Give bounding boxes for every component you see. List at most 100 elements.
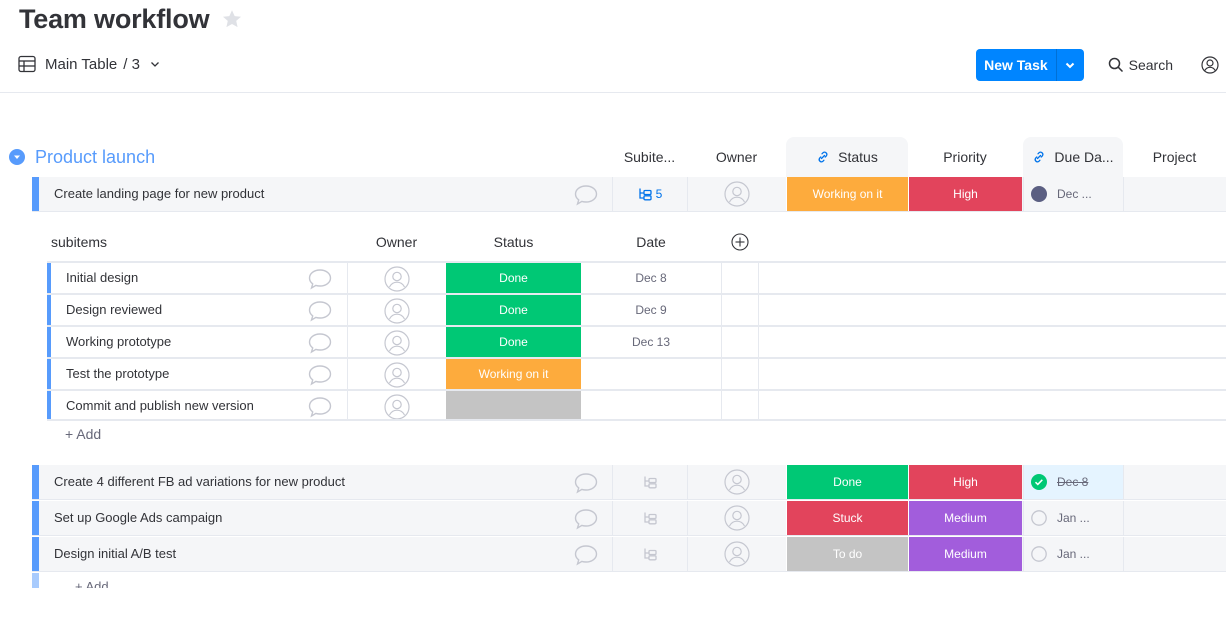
subitem-status-cell[interactable]: Done bbox=[446, 295, 581, 325]
person-circle-icon[interactable] bbox=[1201, 56, 1219, 74]
comment-icon[interactable] bbox=[307, 364, 333, 386]
add-subitem-button[interactable]: + Add bbox=[65, 426, 101, 442]
item-name[interactable]: Set up Google Ads campaign bbox=[54, 501, 222, 535]
link-icon bbox=[1034, 151, 1044, 163]
column-header-project[interactable]: Project bbox=[1123, 137, 1226, 177]
owner-cell[interactable] bbox=[687, 177, 786, 211]
subitem-date-cell[interactable] bbox=[581, 391, 721, 421]
priority-cell[interactable]: Medium bbox=[908, 537, 1022, 571]
column-header-subitems[interactable]: Subite... bbox=[612, 137, 687, 177]
person-avatar-icon[interactable] bbox=[384, 330, 410, 356]
status-cell[interactable]: Stuck bbox=[786, 501, 908, 535]
subitem-row[interactable]: Initial design Done Dec 8 bbox=[47, 261, 1226, 293]
new-task-button[interactable]: New Task bbox=[976, 49, 1056, 81]
column-header-due-date[interactable]: Due Da... bbox=[1023, 137, 1123, 177]
subitem-color-bar bbox=[47, 327, 51, 357]
subitem-name[interactable]: Commit and publish new version bbox=[66, 391, 254, 421]
project-cell[interactable] bbox=[1123, 537, 1226, 571]
cell-divider bbox=[721, 359, 722, 389]
priority-cell[interactable]: High bbox=[908, 465, 1022, 499]
subitem-row[interactable]: Commit and publish new version bbox=[47, 389, 1226, 421]
search-button[interactable]: Search bbox=[1108, 57, 1173, 73]
comment-icon[interactable] bbox=[307, 268, 333, 290]
subitem-date-cell[interactable]: Dec 13 bbox=[581, 327, 721, 357]
due-date-cell[interactable]: Jan ... bbox=[1023, 501, 1123, 535]
comment-icon[interactable] bbox=[573, 472, 599, 494]
subitem-status-cell[interactable]: Done bbox=[446, 327, 581, 357]
subitem-date-cell[interactable] bbox=[581, 359, 721, 389]
owner-cell[interactable] bbox=[687, 465, 786, 499]
view-selector[interactable]: Main Table / 3 bbox=[18, 52, 160, 76]
due-date-text: Jan ... bbox=[1057, 547, 1090, 561]
person-avatar-icon bbox=[724, 181, 750, 207]
subitems-cell[interactable]: 5 bbox=[612, 177, 687, 211]
comment-icon[interactable] bbox=[573, 184, 599, 206]
priority-cell[interactable]: High bbox=[908, 177, 1022, 211]
subitems-cell[interactable] bbox=[612, 465, 687, 499]
comment-icon[interactable] bbox=[307, 300, 333, 322]
item-name[interactable]: Create 4 different FB ad variations for … bbox=[54, 465, 345, 499]
subitem-date-cell[interactable]: Dec 8 bbox=[581, 263, 721, 293]
item-name[interactable]: Design initial A/B test bbox=[54, 537, 176, 571]
priority-cell[interactable]: Medium bbox=[908, 501, 1022, 535]
group-collapse-toggle[interactable] bbox=[9, 149, 25, 165]
project-cell[interactable] bbox=[1123, 465, 1226, 499]
add-item-color-bar bbox=[32, 573, 39, 588]
subitems-icon bbox=[644, 476, 657, 489]
subitem-row[interactable]: Test the prototype Working on it bbox=[47, 357, 1226, 389]
item-row[interactable]: Design initial A/B test To do Medium Jan ..… bbox=[32, 537, 1226, 572]
owner-cell[interactable] bbox=[687, 537, 786, 571]
subitems-header-date[interactable]: Date bbox=[581, 228, 721, 256]
due-date-cell[interactable]: Dec ... bbox=[1023, 177, 1123, 211]
item-name[interactable]: Create landing page for new product bbox=[54, 177, 264, 211]
status-cell[interactable]: Working on it bbox=[786, 177, 908, 211]
column-header-owner[interactable]: Owner bbox=[687, 137, 786, 177]
subitem-name[interactable]: Working prototype bbox=[66, 327, 171, 357]
item-row[interactable]: Create landing page for new product 5 Wo… bbox=[32, 177, 1226, 212]
column-header-status[interactable]: Status bbox=[786, 137, 908, 177]
due-date-cell[interactable]: Dec 8 bbox=[1023, 465, 1123, 499]
subitems-cell[interactable] bbox=[612, 501, 687, 535]
subitem-name[interactable]: Design reviewed bbox=[66, 295, 162, 325]
comment-icon[interactable] bbox=[307, 332, 333, 354]
subitem-name[interactable]: Initial design bbox=[66, 263, 138, 293]
subitem-status-cell[interactable]: Done bbox=[446, 263, 581, 293]
subitems-header-status[interactable]: Status bbox=[446, 228, 581, 256]
comment-icon[interactable] bbox=[573, 508, 599, 530]
subitem-name[interactable]: Test the prototype bbox=[66, 359, 169, 389]
item-row[interactable]: Create 4 different FB ad variations for … bbox=[32, 465, 1226, 500]
subitem-status-cell[interactable] bbox=[446, 391, 581, 421]
subitems-header-owner[interactable]: Owner bbox=[347, 228, 446, 256]
board-title[interactable]: Team workflow bbox=[19, 4, 210, 35]
subitem-date-cell[interactable]: Dec 9 bbox=[581, 295, 721, 325]
person-avatar-icon[interactable] bbox=[384, 394, 410, 420]
subitem-color-bar bbox=[47, 391, 51, 421]
person-avatar-icon[interactable] bbox=[384, 298, 410, 324]
status-cell[interactable]: Done bbox=[786, 465, 908, 499]
item-row[interactable]: Set up Google Ads campaign Stuck Medium Jan… bbox=[32, 501, 1226, 536]
status-cell[interactable]: To do bbox=[786, 537, 908, 571]
person-avatar-icon[interactable] bbox=[384, 266, 410, 292]
subitem-status-cell[interactable]: Working on it bbox=[446, 359, 581, 389]
group-title[interactable]: Product launch bbox=[35, 147, 155, 168]
subitem-row[interactable]: Working prototype Done Dec 13 bbox=[47, 325, 1226, 357]
comment-icon[interactable] bbox=[573, 544, 599, 566]
chevron-down-icon[interactable] bbox=[150, 59, 160, 69]
subitem-row[interactable]: Design reviewed Done Dec 9 bbox=[47, 293, 1226, 325]
owner-cell[interactable] bbox=[687, 501, 786, 535]
due-date-cell[interactable]: Jan ... bbox=[1023, 537, 1123, 571]
project-cell[interactable] bbox=[1123, 501, 1226, 535]
new-task-dropdown-button[interactable] bbox=[1055, 49, 1084, 81]
cell-divider bbox=[758, 359, 759, 389]
project-cell[interactable] bbox=[1123, 177, 1226, 211]
cell-divider bbox=[347, 359, 348, 389]
column-header-priority[interactable]: Priority bbox=[908, 137, 1022, 177]
group-color-bar bbox=[32, 501, 39, 535]
star-icon[interactable] bbox=[221, 8, 243, 30]
add-column-button[interactable] bbox=[721, 228, 759, 256]
add-item-button[interactable]: + Add bbox=[75, 580, 109, 588]
subitems-divider bbox=[47, 419, 1226, 421]
comment-icon[interactable] bbox=[307, 396, 333, 418]
subitems-cell[interactable] bbox=[612, 537, 687, 571]
person-avatar-icon[interactable] bbox=[384, 362, 410, 388]
